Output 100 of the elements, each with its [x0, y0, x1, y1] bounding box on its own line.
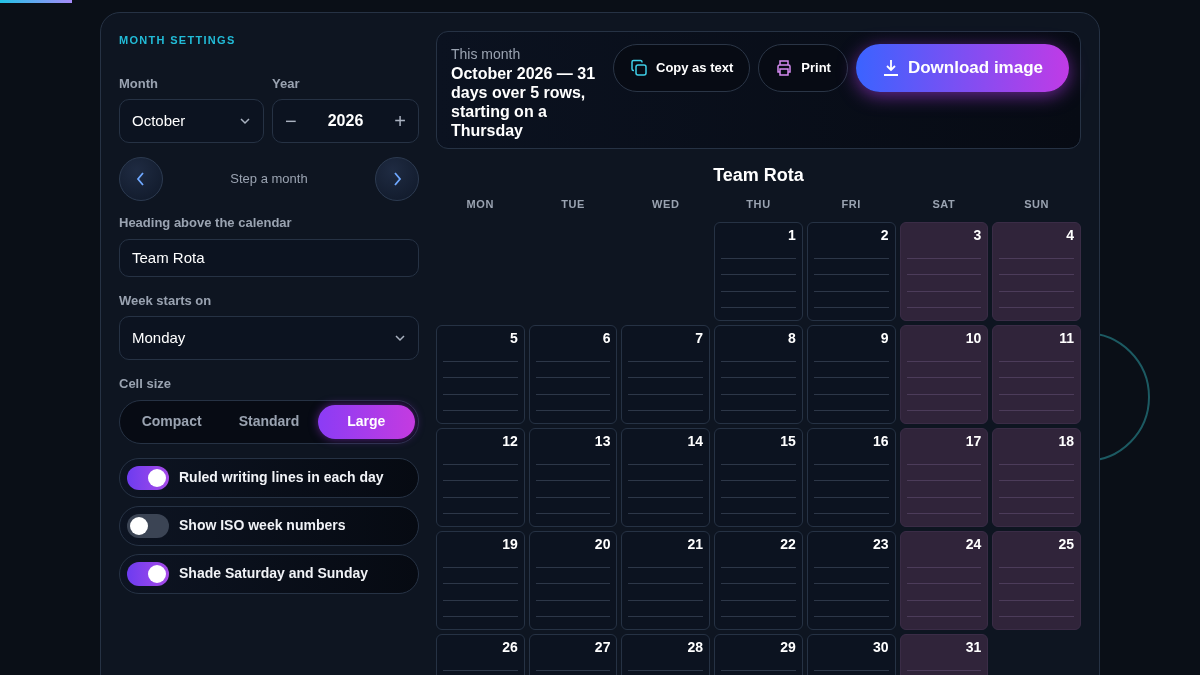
day-cell[interactable]: 22: [714, 530, 803, 630]
toggle-switch[interactable]: [127, 465, 169, 490]
weekday-header: FRI: [840, 197, 862, 212]
select-value: October: [132, 110, 186, 131]
day-number: 2: [879, 225, 889, 244]
copy-icon: [630, 59, 648, 77]
day-cell[interactable]: 5: [436, 324, 525, 424]
day-cell[interactable]: 15: [714, 427, 803, 527]
field-label: Week starts on: [119, 291, 213, 310]
day-cell[interactable]: 18: [992, 427, 1081, 527]
day-cell[interactable]: 30: [806, 633, 896, 675]
day-cell[interactable]: 25: [992, 530, 1081, 630]
day-cell[interactable]: 24: [899, 530, 989, 630]
download-icon: [881, 59, 900, 77]
day-cell[interactable]: 2: [806, 221, 896, 321]
summary-text: October 2026 — 31 days over 5 rows, starting on a Thursday: [451, 65, 597, 141]
toggle-switch[interactable]: [127, 513, 169, 538]
day-cell[interactable]: 21: [621, 530, 711, 630]
weekday-header: MON: [465, 197, 496, 212]
day-number: 6: [601, 328, 611, 347]
month-select[interactable]: October: [119, 99, 264, 143]
heading-input[interactable]: Team Rota: [119, 238, 419, 277]
day-number: 11: [1058, 328, 1074, 347]
weekday-header: SAT: [931, 197, 957, 212]
day-number: 24: [964, 534, 982, 553]
day-number: 13: [593, 431, 611, 450]
day-cell[interactable]: 6: [528, 324, 618, 424]
day-cell[interactable]: 31: [899, 633, 989, 675]
segment-option[interactable]: Large: [317, 404, 415, 439]
day-cell[interactable]: 26: [436, 633, 525, 675]
toggle-row[interactable]: Show ISO week numbers: [119, 505, 419, 546]
segment-option[interactable]: Compact: [123, 404, 221, 439]
day-cell[interactable]: 7: [621, 324, 711, 424]
day-number: 31: [964, 637, 982, 656]
day-number: 20: [593, 534, 611, 553]
weekday-header: TUE: [560, 197, 586, 212]
day-number: 28: [686, 637, 704, 656]
chevron-right-icon: [391, 171, 403, 187]
day-cell[interactable]: 14: [621, 427, 711, 527]
day-number: 29: [779, 637, 796, 656]
weekday-header: SUN: [1023, 197, 1051, 212]
day-number: 23: [872, 534, 889, 553]
toggle-row[interactable]: Shade Saturday and Sunday: [119, 553, 419, 594]
day-number: 16: [872, 431, 889, 450]
day-cell[interactable]: 1: [714, 221, 803, 321]
copy-button[interactable]: Copy as text: [613, 44, 751, 92]
day-number: 12: [501, 431, 518, 450]
print-button[interactable]: Print: [758, 44, 848, 92]
section-title: MONTH SETTINGS: [119, 33, 237, 48]
day-cell[interactable]: 17: [899, 427, 989, 527]
year-stepper[interactable]: − 2026 +: [272, 99, 419, 143]
select-value: Monday: [132, 327, 186, 348]
day-cell[interactable]: 27: [528, 633, 618, 675]
day-number: 17: [964, 431, 982, 450]
day-number: 22: [779, 534, 796, 553]
day-cell[interactable]: 29: [714, 633, 803, 675]
day-number: 7: [694, 328, 704, 347]
calendar-title: Team Rota: [712, 164, 805, 187]
weekday-header: WED: [651, 197, 681, 212]
day-number: 15: [779, 431, 796, 450]
day-cell[interactable]: 10: [899, 324, 989, 424]
day-cell[interactable]: 9: [806, 324, 896, 424]
day-cell[interactable]: 23: [806, 530, 896, 630]
day-cell[interactable]: 4: [992, 221, 1081, 321]
day-cell[interactable]: 11: [992, 324, 1081, 424]
day-number: 26: [501, 637, 518, 656]
day-cell[interactable]: 20: [528, 530, 618, 630]
chevron-left-icon: [135, 171, 147, 187]
day-number: 27: [593, 637, 611, 656]
year-value: 2026: [327, 111, 364, 131]
day-number: 3: [972, 225, 982, 244]
field-label: Heading above the calendar: [119, 214, 293, 232]
chevron-down-icon: [394, 332, 406, 344]
printer-icon: [775, 59, 794, 77]
toggle-row[interactable]: Ruled writing lines in each day: [119, 457, 419, 498]
day-number: 10: [964, 328, 982, 347]
day-number: 9: [879, 328, 889, 347]
day-number: 25: [1057, 534, 1074, 553]
field-label: Year: [272, 74, 301, 93]
toggle-label: Ruled writing lines in each day: [179, 468, 384, 487]
day-number: 14: [686, 431, 704, 450]
toggle-switch[interactable]: [127, 561, 169, 586]
day-cell[interactable]: 19: [436, 530, 525, 630]
download-button[interactable]: Download image: [855, 44, 1069, 92]
day-cell[interactable]: 16: [806, 427, 896, 527]
day-cell[interactable]: 13: [528, 427, 618, 527]
day-cell[interactable]: 3: [899, 221, 989, 321]
summary-label: This month: [451, 45, 522, 64]
toggle-label: Shade Saturday and Sunday: [179, 564, 369, 583]
day-cell[interactable]: 28: [621, 633, 711, 675]
day-number: 5: [508, 328, 518, 347]
day-cell[interactable]: 8: [714, 324, 803, 424]
day-number: 8: [787, 328, 796, 347]
chevron-down-icon: [239, 115, 251, 127]
week-start-select[interactable]: Monday: [119, 316, 419, 360]
day-cell[interactable]: 12: [436, 427, 525, 527]
decrement-button[interactable]: −: [277, 111, 305, 131]
increment-button[interactable]: +: [386, 111, 414, 131]
segment-option[interactable]: Standard: [220, 404, 318, 439]
day-number: 4: [1065, 225, 1074, 244]
